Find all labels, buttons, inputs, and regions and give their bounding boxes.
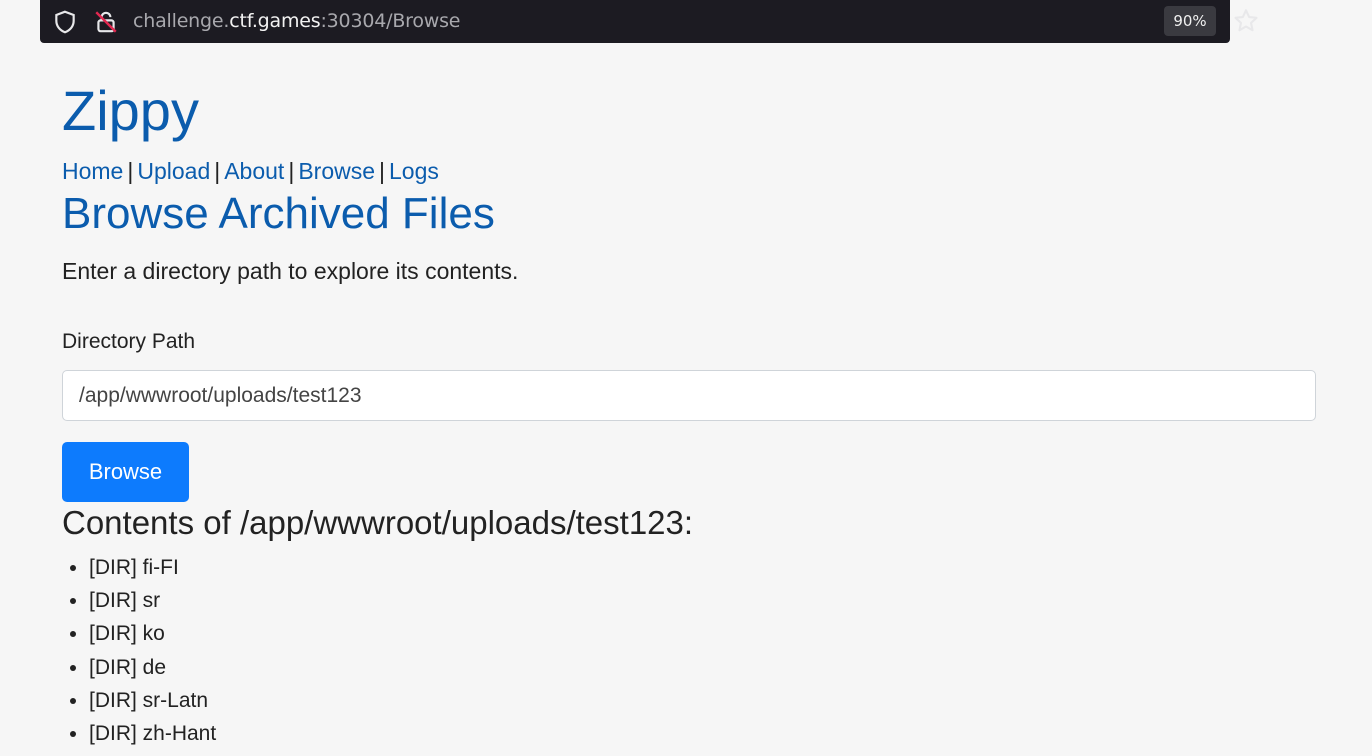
url-prefix: challenge. <box>133 10 230 32</box>
nav-about-link[interactable]: About <box>224 158 284 184</box>
main-nav: Home | Upload | About | Browse | Logs <box>62 157 439 185</box>
nav-logs-link[interactable]: Logs <box>389 158 439 184</box>
nav-separator: | <box>288 158 295 184</box>
zoom-level-button[interactable]: 90% <box>1164 6 1216 36</box>
address-bar[interactable]: challenge.ctf.games:30304/Browse 90% <box>40 0 1258 43</box>
nav-home-link[interactable]: Home <box>62 158 123 184</box>
directory-path-input[interactable] <box>62 370 1316 421</box>
list-item: [DIR] ko <box>89 617 216 650</box>
star-bookmark-icon[interactable] <box>1232 7 1260 35</box>
url-domain: ctf.games <box>229 10 321 32</box>
list-item: [DIR] sr <box>89 584 216 617</box>
list-item: [DIR] zh-Hant <box>89 717 216 750</box>
intro-text: Enter a directory path to explore its co… <box>62 258 519 284</box>
browse-button[interactable]: Browse <box>62 442 189 502</box>
url-text[interactable]: challenge.ctf.games:30304/Browse <box>133 10 460 32</box>
shield-icon[interactable] <box>52 9 78 35</box>
site-title: Zippy <box>62 79 199 142</box>
directory-path-label: Directory Path <box>62 330 196 353</box>
list-item: [DIR] fi-FI <box>89 551 216 584</box>
nav-upload-link[interactable]: Upload <box>137 158 210 184</box>
nav-separator: | <box>214 158 221 184</box>
nav-browse-link[interactable]: Browse <box>298 158 375 184</box>
directory-listing: [DIR] fi-FI [DIR] sr [DIR] ko [DIR] de [… <box>62 551 216 750</box>
nav-separator: | <box>379 158 385 184</box>
nav-separator: | <box>127 158 134 184</box>
browser-toolbar: challenge.ctf.games:30304/Browse 90% <box>0 0 1372 51</box>
page-heading: Browse Archived Files <box>62 189 495 238</box>
insecure-lock-icon[interactable] <box>93 9 119 35</box>
contents-heading: Contents of /app/wwwroot/uploads/test123… <box>62 504 694 541</box>
list-item: [DIR] de <box>89 651 216 684</box>
url-path: :30304/Browse <box>320 10 461 32</box>
list-item: [DIR] sr-Latn <box>89 684 216 717</box>
